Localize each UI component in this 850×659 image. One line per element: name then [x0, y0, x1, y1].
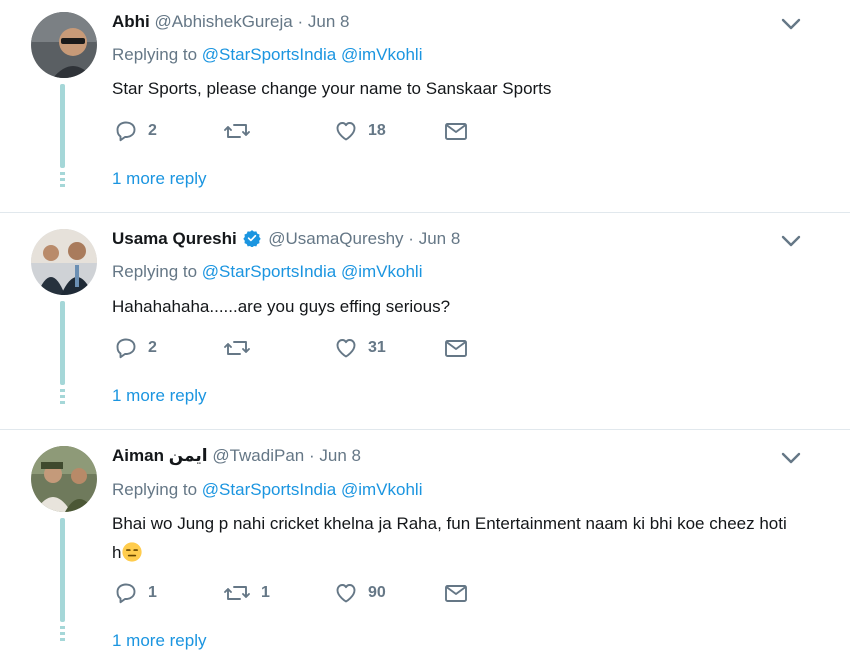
tweet-text-body: Bhai wo Jung p nahi cricket khelna ja Ra…	[112, 514, 787, 562]
user-handle[interactable]: @AbhishekGureja	[155, 12, 293, 31]
replying-to: Replying to @StarSportsIndia @imVkohli	[112, 45, 422, 65]
dm-button[interactable]	[443, 336, 469, 360]
thread-dots	[60, 626, 65, 644]
retweet-button[interactable]: 1	[223, 581, 270, 605]
avatar[interactable]	[31, 229, 97, 295]
dm-button[interactable]	[443, 581, 469, 605]
separator: ·	[408, 229, 414, 248]
tweet-date[interactable]: Jun 8	[308, 12, 350, 31]
reply-count: 1	[148, 584, 157, 601]
tweet-header: Usama Qureshi @UsamaQureshy · Jun 8	[112, 229, 460, 249]
heart-icon	[336, 584, 356, 603]
like-count: 18	[368, 122, 386, 139]
reply-button[interactable]: 1	[114, 581, 157, 605]
like-button[interactable]: 18	[334, 119, 386, 143]
chevron-down-icon[interactable]	[780, 451, 802, 465]
like-button[interactable]: 31	[334, 336, 386, 360]
like-button[interactable]: 90	[334, 581, 386, 605]
more-replies-link[interactable]: 1 more reply	[112, 631, 206, 651]
retweet-button[interactable]	[223, 336, 261, 360]
replying-label: Replying to	[112, 262, 198, 281]
more-replies-link[interactable]: 1 more reply	[112, 169, 206, 189]
replying-label: Replying to	[112, 45, 198, 64]
tweet-header: Aiman ایمن @TwadiPan · Jun 8	[112, 446, 361, 466]
tweet[interactable]: Abhi @AbhishekGureja · Jun 8 Replying to…	[0, 0, 850, 212]
reply-icon	[116, 121, 136, 142]
reply-icon	[116, 583, 136, 604]
replying-to: Replying to @StarSportsIndia @imVkohli	[112, 480, 422, 500]
mention-link[interactable]: @StarSportsIndia	[202, 262, 336, 281]
tweet[interactable]: Aiman ایمن @TwadiPan · Jun 8 Replying to…	[0, 430, 850, 659]
mention-link[interactable]: @StarSportsIndia	[202, 480, 336, 499]
mention-link[interactable]: @imVkohli	[341, 480, 423, 499]
replying-label: Replying to	[112, 480, 198, 499]
chevron-down-icon[interactable]	[780, 234, 802, 248]
heart-icon	[336, 339, 356, 358]
tweet-text: Star Sports, please change your name to …	[112, 79, 552, 98]
more-replies-link[interactable]: 1 more reply	[112, 386, 206, 406]
display-name[interactable]: Abhi	[112, 12, 150, 31]
mention-link[interactable]: @StarSportsIndia	[202, 45, 336, 64]
tweet[interactable]: Usama Qureshi @UsamaQureshy · Jun 8 Repl…	[0, 213, 850, 429]
tweet-header: Abhi @AbhishekGureja · Jun 8	[112, 12, 349, 32]
tweet-text: Hahahahaha......are you guys effing seri…	[112, 297, 451, 316]
avatar[interactable]	[31, 12, 97, 78]
heart-icon	[336, 122, 356, 141]
replying-to: Replying to @StarSportsIndia @imVkohli	[112, 262, 422, 282]
thread-dots	[60, 172, 65, 190]
user-handle[interactable]: @TwadiPan	[212, 446, 304, 465]
envelope-icon	[445, 123, 467, 140]
like-count: 31	[368, 339, 386, 356]
display-name[interactable]: Aiman ایمن	[112, 446, 208, 465]
like-count: 90	[368, 584, 386, 601]
envelope-icon	[445, 585, 467, 602]
retweet-button[interactable]	[223, 119, 261, 143]
tweet-text: Bhai wo Jung p nahi cricket khelna ja Ra…	[112, 509, 792, 567]
separator: ·	[297, 12, 304, 31]
verified-badge-icon	[243, 230, 262, 247]
dm-button[interactable]	[443, 119, 469, 143]
tweet-date[interactable]: Jun 8	[419, 229, 461, 248]
mention-link[interactable]: @imVkohli	[341, 262, 423, 281]
thread-dots	[60, 389, 65, 407]
envelope-icon	[445, 340, 467, 357]
thread-line	[60, 84, 65, 168]
thread-line	[60, 301, 65, 385]
expressionless-face-emoji	[122, 542, 143, 562]
chevron-down-icon[interactable]	[780, 17, 802, 31]
retweet-icon	[224, 341, 250, 355]
mention-link[interactable]: @imVkohli	[341, 45, 423, 64]
retweet-icon	[224, 586, 250, 600]
reply-button[interactable]: 2	[114, 336, 157, 360]
tweet-date[interactable]: Jun 8	[319, 446, 361, 465]
retweet-count: 1	[261, 584, 270, 601]
user-handle[interactable]: @UsamaQureshy	[268, 229, 403, 248]
reply-count: 2	[148, 339, 157, 356]
retweet-icon	[224, 124, 250, 138]
reply-button[interactable]: 2	[114, 119, 157, 143]
avatar[interactable]	[31, 446, 97, 512]
display-name[interactable]: Usama Qureshi	[112, 229, 237, 248]
separator: ·	[308, 446, 315, 465]
thread-line	[60, 518, 65, 622]
reply-count: 2	[148, 122, 157, 139]
reply-icon	[116, 338, 136, 359]
